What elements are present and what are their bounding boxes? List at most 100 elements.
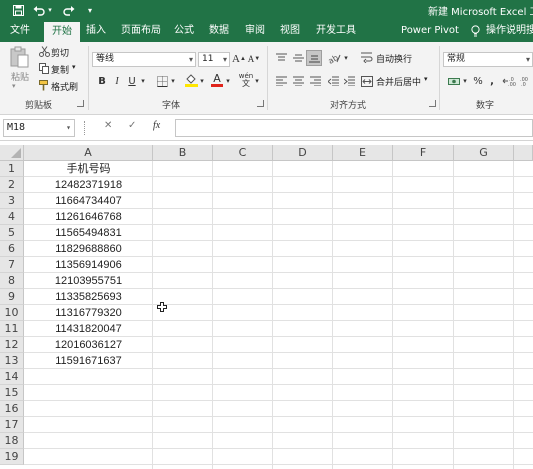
cell-a8[interactable]: 12103955751 (24, 273, 153, 289)
comma-style-button[interactable]: , (487, 74, 497, 88)
tab-data[interactable]: 数据 (203, 20, 235, 42)
cell-a6[interactable]: 11829688860 (24, 241, 153, 257)
cut-button[interactable]: 剪切 (51, 46, 69, 59)
align-middle-icon[interactable] (291, 51, 305, 65)
orientation-icon[interactable]: ab (326, 51, 342, 65)
cut-icon[interactable] (38, 45, 50, 57)
insert-function-icon[interactable]: fx (153, 120, 160, 131)
cell-a10[interactable]: 11316779320 (24, 305, 153, 321)
chevron-down-icon[interactable]: ▾ (66, 120, 71, 136)
italic-button[interactable]: I (111, 74, 123, 88)
align-right-icon[interactable] (308, 74, 322, 88)
column-header-partial[interactable] (514, 145, 533, 161)
row-header-10[interactable]: 10 (0, 305, 24, 321)
phonetic-dropdown-icon[interactable]: ▾ (253, 74, 261, 88)
tab-developer[interactable]: 开发工具 (311, 20, 361, 42)
row-header-11[interactable]: 11 (0, 321, 24, 337)
column-header-a[interactable]: A (24, 145, 153, 161)
row-header-7[interactable]: 7 (0, 257, 24, 273)
fill-color-icon[interactable] (184, 72, 198, 88)
wrap-text-icon[interactable] (360, 50, 374, 64)
column-header-e[interactable]: E (333, 145, 393, 161)
underline-dropdown-icon[interactable]: ▾ (139, 74, 147, 88)
column-header-c[interactable]: C (213, 145, 273, 161)
row-header-4[interactable]: 4 (0, 209, 24, 225)
grow-font-icon[interactable]: A ▲ (232, 52, 246, 66)
row-header-6[interactable]: 6 (0, 241, 24, 257)
cell-a7[interactable]: 11356914906 (24, 257, 153, 273)
row-header-15[interactable]: 15 (0, 385, 24, 401)
align-left-icon[interactable] (274, 74, 288, 88)
orientation-dropdown-icon[interactable]: ▾ (342, 51, 350, 65)
undo-icon[interactable] (32, 2, 46, 18)
merge-center-icon[interactable] (360, 74, 374, 88)
chevron-down-icon[interactable]: ▾ (526, 53, 530, 66)
customize-toolbar-icon[interactable]: ▾ (84, 2, 96, 18)
underline-button[interactable]: U (126, 74, 138, 88)
tab-formulas[interactable]: 公式 (168, 20, 200, 42)
merge-center-button[interactable]: 合并后居中 (376, 75, 421, 88)
cell-a4[interactable]: 11261646768 (24, 209, 153, 225)
column-header-b[interactable]: B (153, 145, 213, 161)
worksheet-grid[interactable]: ABCDEFG 1 2 3 4 5 6 7 8 9 10 11 12 13 14 15 16 17 18 19 手机… (0, 145, 533, 469)
undo-dropdown-icon[interactable]: ▾ (46, 2, 54, 18)
row-header-5[interactable]: 5 (0, 225, 24, 241)
copy-icon[interactable] (38, 62, 50, 74)
clipboard-launcher-icon[interactable] (77, 100, 84, 107)
wrap-text-button[interactable]: 自动换行 (376, 52, 412, 65)
select-all-button[interactable] (0, 145, 24, 161)
tab-home[interactable]: 开始 (44, 22, 80, 42)
row-header-12[interactable]: 12 (0, 337, 24, 353)
format-painter-button[interactable]: 格式刷 (51, 80, 78, 93)
fill-color-dropdown-icon[interactable]: ▾ (198, 74, 206, 88)
redo-icon[interactable] (62, 2, 76, 18)
percent-style-button[interactable]: % (472, 74, 484, 88)
save-icon[interactable] (10, 2, 26, 18)
formula-input[interactable] (175, 119, 533, 137)
decrease-indent-icon[interactable] (326, 74, 340, 88)
align-bottom-icon[interactable] (306, 50, 322, 66)
tab-view[interactable]: 视图 (274, 20, 306, 42)
font-color-dropdown-icon[interactable]: ▾ (224, 74, 232, 88)
chevron-down-icon[interactable]: ▾ (223, 53, 227, 66)
align-top-icon[interactable] (274, 51, 288, 65)
tab-file[interactable]: 文件 (2, 20, 38, 42)
tell-me-search[interactable]: 操作说明搜 (486, 20, 533, 42)
merge-center-dropdown-icon[interactable]: ▾ (424, 75, 428, 83)
row-header-18[interactable]: 18 (0, 433, 24, 449)
copy-dropdown-icon[interactable]: ▾ (72, 63, 76, 71)
cell-a9[interactable]: 11335825693 (24, 289, 153, 305)
name-box[interactable]: M18 ▾ (3, 119, 75, 137)
cell-a1-header[interactable]: 手机号码 (24, 161, 153, 177)
column-header-d[interactable]: D (273, 145, 333, 161)
row-header-14[interactable]: 14 (0, 369, 24, 385)
copy-button[interactable]: 复制 (51, 63, 69, 76)
enter-icon[interactable]: ✓ (128, 120, 136, 131)
cancel-icon[interactable]: ✕ (104, 120, 112, 131)
borders-dropdown-icon[interactable]: ▾ (169, 74, 177, 88)
font-name-combo[interactable]: 等线 ▾ (92, 52, 196, 67)
chevron-down-icon[interactable]: ▾ (189, 53, 193, 66)
font-launcher-icon[interactable] (257, 100, 264, 107)
phonetic-guide-icon[interactable]: wén 文 (238, 73, 254, 88)
tab-power-pivot[interactable]: Power Pivot (400, 20, 460, 42)
bold-button[interactable]: B (96, 74, 108, 88)
cell-a12[interactable]: 12016036127 (24, 337, 153, 353)
accounting-format-icon[interactable] (447, 74, 461, 88)
tab-insert[interactable]: 插入 (80, 20, 112, 42)
row-header-2[interactable]: 2 (0, 177, 24, 193)
decrease-decimal-icon[interactable]: .00.0 (518, 74, 533, 88)
row-header-1[interactable]: 1 (0, 161, 24, 177)
cell-a13[interactable]: 11591671637 (24, 353, 153, 369)
paste-icon[interactable] (8, 45, 30, 69)
cell-a5[interactable]: 11565494831 (24, 225, 153, 241)
accounting-dropdown-icon[interactable]: ▾ (461, 74, 469, 88)
row-header-8[interactable]: 8 (0, 273, 24, 289)
align-center-icon[interactable] (291, 74, 305, 88)
cell-a11[interactable]: 11431820047 (24, 321, 153, 337)
row-header-13[interactable]: 13 (0, 353, 24, 369)
font-color-icon[interactable]: A (210, 72, 224, 88)
row-header-3[interactable]: 3 (0, 193, 24, 209)
alignment-launcher-icon[interactable] (429, 100, 436, 107)
paste-dropdown-icon[interactable]: ▾ (12, 82, 16, 90)
